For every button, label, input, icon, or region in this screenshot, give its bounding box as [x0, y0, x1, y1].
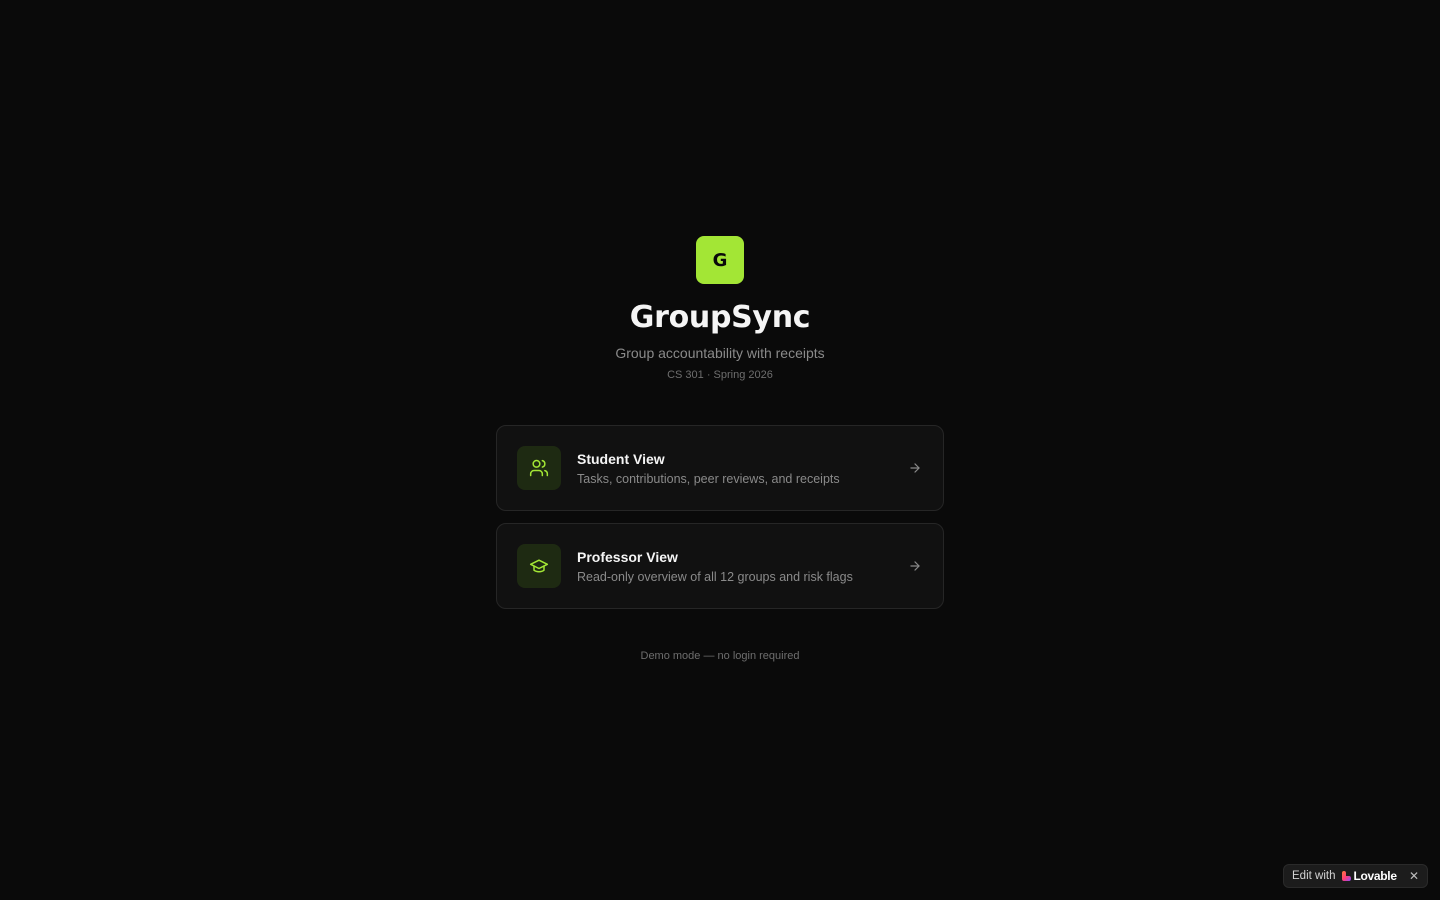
arrow-right-icon — [907, 460, 923, 476]
student-view-text: Student View Tasks, contributions, peer … — [577, 450, 907, 487]
badge-brand: Lovable — [1353, 869, 1397, 883]
lovable-logo-icon — [1342, 871, 1352, 881]
app-title: GroupSync — [629, 300, 811, 335]
professor-view-text: Professor View Read-only overview of all… — [577, 548, 907, 585]
close-icon[interactable]: ✕ — [1409, 870, 1419, 882]
badge-edit-label: Edit with — [1292, 870, 1336, 882]
app-logo: G — [696, 236, 744, 284]
professor-view-card[interactable]: Professor View Read-only overview of all… — [496, 523, 944, 609]
professor-view-description: Read-only overview of all 12 groups and … — [577, 569, 853, 584]
student-view-card[interactable]: Student View Tasks, contributions, peer … — [496, 425, 944, 511]
demo-mode-note: Demo mode — no login required — [640, 650, 800, 662]
student-view-title: Student View — [577, 450, 665, 467]
student-view-description: Tasks, contributions, peer reviews, and … — [577, 471, 840, 486]
graduation-cap-icon — [517, 544, 561, 588]
course-label: CS 301 · Spring 2026 — [667, 369, 773, 381]
logo-letter: G — [712, 249, 728, 271]
landing-page: G GroupSync Group accountability with re… — [0, 0, 1440, 900]
users-icon — [517, 446, 561, 490]
arrow-right-icon — [907, 558, 923, 574]
professor-view-title: Professor View — [577, 548, 678, 565]
edit-with-lovable-badge[interactable]: Edit with Lovable ✕ — [1283, 864, 1428, 888]
app-tagline: Group accountability with receipts — [615, 345, 825, 361]
